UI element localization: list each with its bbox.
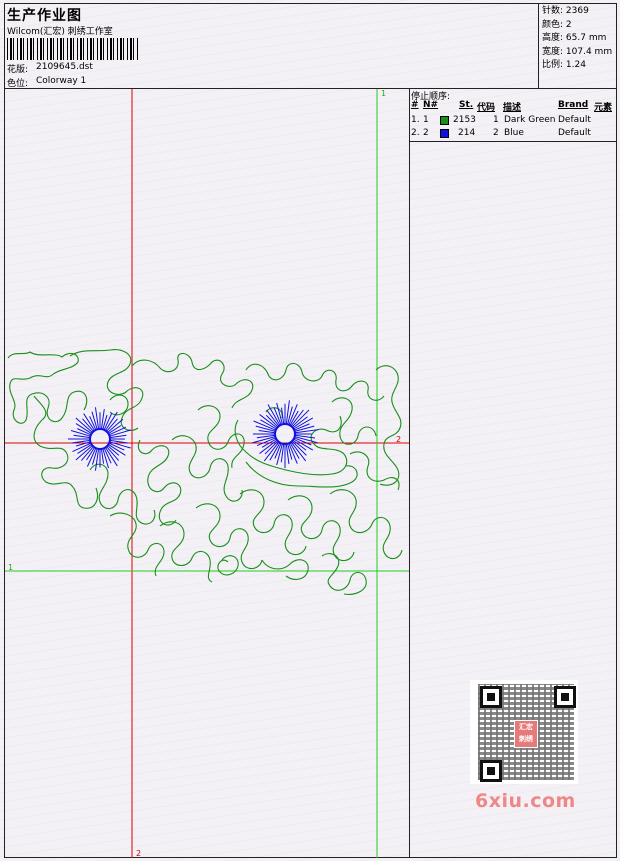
red-vertical-label: 2 <box>136 849 142 858</box>
green-horizontal-label: 1 <box>8 563 14 572</box>
blue-starburst-left <box>68 407 131 471</box>
red-horizontal-label: 2 <box>396 435 402 444</box>
qr-code: 汇宏 刺绣 <box>470 680 578 784</box>
green-stipple-stitching <box>7 349 403 595</box>
watermark-text: 6xiu.com <box>475 790 576 812</box>
starburst-ring <box>89 428 111 450</box>
starburst-ray <box>291 409 310 428</box>
starburst-ring <box>274 423 296 445</box>
green-vertical-label: 1 <box>381 89 387 98</box>
watermark-stamp: 汇宏 刺绣 <box>514 720 538 748</box>
blue-starburst-right <box>252 400 319 468</box>
